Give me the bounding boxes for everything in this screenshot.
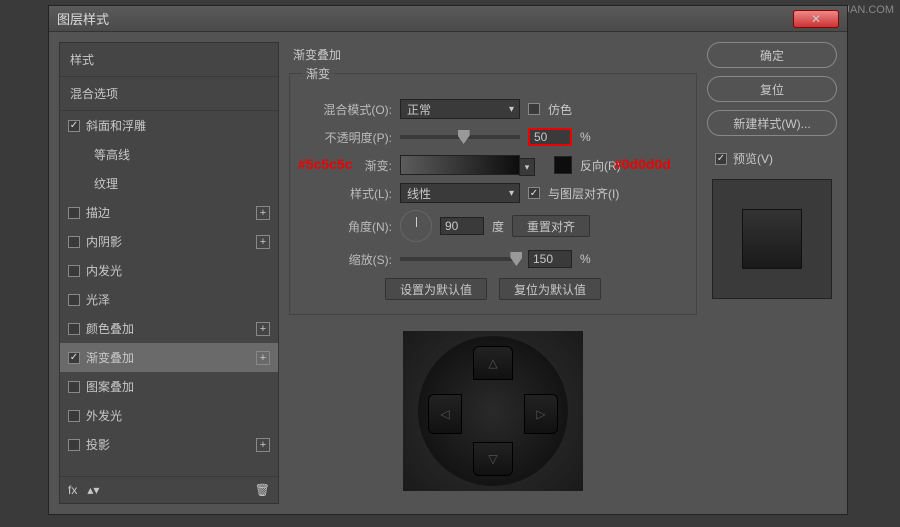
effects-list: 斜面和浮雕等高线纹理描边 + 内阴影 + 内发光光泽颜色叠加 + 渐变叠加 + 图案叠加外发光投… <box>60 111 278 476</box>
gradient-fieldset: 渐变 混合模式(O): 正常 仿色 不透明度(P): 50 % #5c5c5c … <box>289 65 697 315</box>
effect-checkbox[interactable] <box>68 207 80 219</box>
main-panel: 渐变叠加 渐变 混合模式(O): 正常 仿色 不透明度(P): 50 % #5c… <box>289 42 697 504</box>
blend-mode-select[interactable]: 正常 <box>400 99 520 119</box>
trash-icon[interactable]: 🗑 <box>255 483 270 497</box>
effect-label: 内发光 <box>86 262 122 279</box>
sidebar-item-11[interactable]: 投影 + <box>60 430 278 459</box>
style-select[interactable]: 线性 <box>400 183 520 203</box>
sidebar-item-8[interactable]: 渐变叠加 + <box>60 343 278 372</box>
effect-checkbox[interactable] <box>68 439 80 451</box>
styles-header[interactable]: 样式 <box>60 43 278 77</box>
effect-checkbox[interactable] <box>68 236 80 248</box>
color-swatch[interactable] <box>554 156 572 174</box>
effect-checkbox[interactable] <box>68 323 80 335</box>
close-icon: ✕ <box>811 12 821 26</box>
layer-style-dialog: 图层样式 ✕ 样式 混合选项 斜面和浮雕等高线纹理描边 + 内阴影 + 内发光光泽颜色叠… <box>48 5 848 515</box>
effect-label: 投影 <box>86 436 110 453</box>
dpad-up-icon: △ <box>473 346 513 380</box>
sidebar-footer: fx ▴▾ 🗑 <box>60 476 278 503</box>
add-effect-icon[interactable]: + <box>256 322 270 336</box>
preview-label: 预览(V) <box>733 150 773 167</box>
effect-label: 等高线 <box>94 146 130 163</box>
add-effect-icon[interactable]: + <box>256 351 270 365</box>
effect-label: 渐变叠加 <box>86 349 134 366</box>
align-label: 与图层对齐(I) <box>548 185 619 202</box>
cancel-button[interactable]: 复位 <box>707 76 837 102</box>
titlebar[interactable]: 图层样式 ✕ <box>49 6 847 32</box>
set-default-button[interactable]: 设置为默认值 <box>385 278 487 300</box>
add-effect-icon[interactable]: + <box>256 235 270 249</box>
align-checkbox[interactable] <box>528 187 540 199</box>
dpad-graphic: △ ▽ ◁ ▷ <box>418 336 568 486</box>
ok-button[interactable]: 确定 <box>707 42 837 68</box>
effect-checkbox[interactable] <box>68 381 80 393</box>
dpad-right-icon: ▷ <box>524 394 558 434</box>
up-down-icon[interactable]: ▴▾ <box>87 483 99 497</box>
effect-label: 斜面和浮雕 <box>86 117 146 134</box>
window-title: 图层样式 <box>57 9 793 28</box>
opacity-slider[interactable] <box>400 135 520 139</box>
sidebar-item-5[interactable]: 内发光 <box>60 256 278 285</box>
scale-label: 缩放(S): <box>302 251 392 268</box>
effect-preview: △ ▽ ◁ ▷ <box>403 331 583 491</box>
scale-unit: % <box>580 252 591 266</box>
preview-checkbox[interactable] <box>715 153 727 165</box>
effect-label: 光泽 <box>86 291 110 308</box>
sidebar-item-0[interactable]: 斜面和浮雕 <box>60 111 278 140</box>
sidebar-item-9[interactable]: 图案叠加 <box>60 372 278 401</box>
effect-checkbox[interactable] <box>68 410 80 422</box>
blend-options-header[interactable]: 混合选项 <box>60 77 278 111</box>
blend-mode-label: 混合模式(O): <box>302 101 392 118</box>
panel-title: 渐变叠加 <box>293 46 697 63</box>
add-effect-icon[interactable]: + <box>256 438 270 452</box>
effect-label: 描边 <box>86 204 110 221</box>
angle-label: 角度(N): <box>302 218 392 235</box>
effect-label: 外发光 <box>86 407 122 424</box>
style-label: 样式(L): <box>302 185 392 202</box>
new-style-button[interactable]: 新建样式(W)... <box>707 110 837 136</box>
opacity-label: 不透明度(P): <box>302 129 392 146</box>
sidebar-item-2[interactable]: 纹理 <box>60 169 278 198</box>
angle-dial[interactable] <box>400 210 432 242</box>
effect-checkbox[interactable] <box>68 294 80 306</box>
effect-checkbox[interactable] <box>68 120 80 132</box>
close-button[interactable]: ✕ <box>793 10 839 28</box>
preview-thumbnail <box>712 179 832 299</box>
sidebar-item-4[interactable]: 内阴影 + <box>60 227 278 256</box>
dither-label: 仿色 <box>548 101 572 118</box>
effect-label: 颜色叠加 <box>86 320 134 337</box>
opacity-input[interactable]: 50 <box>528 128 572 146</box>
effect-label: 内阴影 <box>86 233 122 250</box>
preview-square <box>742 209 802 269</box>
sidebar-item-1[interactable]: 等高线 <box>60 140 278 169</box>
reset-align-button[interactable]: 重置对齐 <box>512 215 590 237</box>
scale-slider[interactable] <box>400 257 520 261</box>
dither-checkbox[interactable] <box>528 103 540 115</box>
sidebar-item-6[interactable]: 光泽 <box>60 285 278 314</box>
fx-icon[interactable]: fx <box>68 483 77 497</box>
right-panel: 确定 复位 新建样式(W)... 预览(V) <box>707 42 837 504</box>
effect-checkbox[interactable] <box>68 352 80 364</box>
sidebar-item-10[interactable]: 外发光 <box>60 401 278 430</box>
effect-label: 纹理 <box>94 175 118 192</box>
sidebar-item-3[interactable]: 描边 + <box>60 198 278 227</box>
dpad-left-icon: ◁ <box>428 394 462 434</box>
gradient-picker[interactable] <box>400 155 520 175</box>
sidebar-item-7[interactable]: 颜色叠加 + <box>60 314 278 343</box>
reverse-label: 反向(R) <box>580 157 621 174</box>
gradient-label: 渐变: <box>302 157 392 174</box>
add-effect-icon[interactable]: + <box>256 206 270 220</box>
reset-default-button[interactable]: 复位为默认值 <box>499 278 601 300</box>
angle-unit: 度 <box>492 218 504 235</box>
styles-sidebar: 样式 混合选项 斜面和浮雕等高线纹理描边 + 内阴影 + 内发光光泽颜色叠加 + 渐变叠加 +… <box>59 42 279 504</box>
scale-input[interactable]: 150 <box>528 250 572 268</box>
effect-label: 图案叠加 <box>86 378 134 395</box>
angle-input[interactable]: 90 <box>440 217 484 235</box>
fieldset-legend: 渐变 <box>302 65 334 82</box>
effect-checkbox[interactable] <box>68 265 80 277</box>
dpad-down-icon: ▽ <box>473 442 513 476</box>
opacity-unit: % <box>580 130 591 144</box>
annotation-right: #0d0d0d <box>614 156 671 172</box>
